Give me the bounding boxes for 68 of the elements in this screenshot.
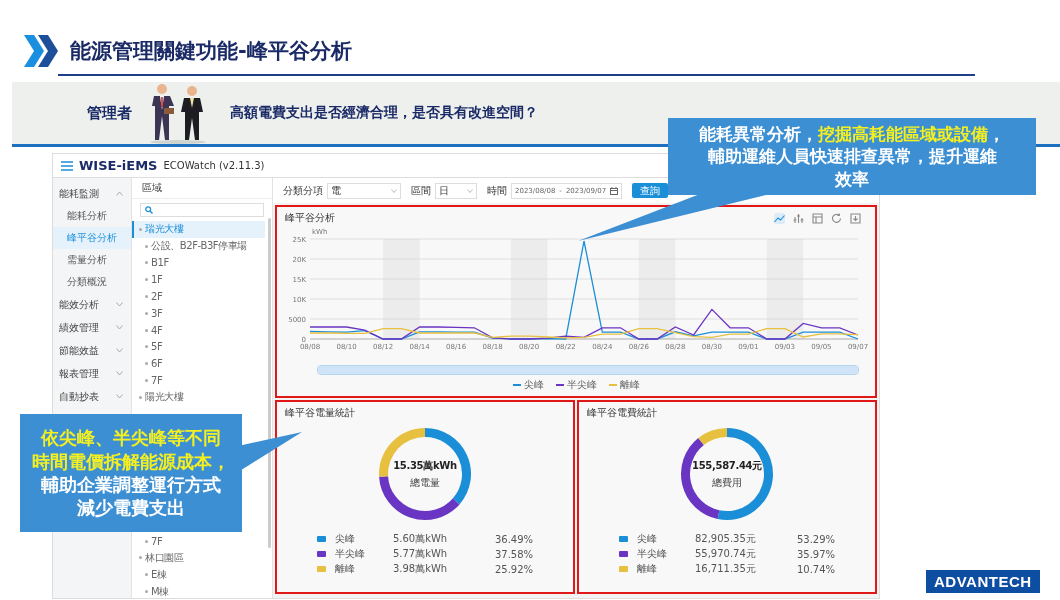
sidebar-item[interactable]: 能耗監測 <box>53 182 131 205</box>
panel-heading: 區域 <box>132 178 272 199</box>
tree-item[interactable]: 4F <box>132 321 265 339</box>
legend-item[interactable]: 尖峰 <box>512 378 544 392</box>
dropdown[interactable]: 日 <box>435 182 477 199</box>
panel-title: 峰平谷電費統計 <box>587 406 657 420</box>
legend-amount: 55,970.74元 <box>694 547 757 561</box>
tree-item[interactable]: B1F <box>132 254 265 272</box>
legend-label: 離峰 <box>636 562 658 576</box>
dropdown[interactable]: 電 <box>327 182 401 199</box>
tree-item[interactable]: 林口園區 <box>132 549 265 567</box>
legend-amount: 5.77萬kWh <box>392 547 449 561</box>
panel-title: 峰平谷電量統計 <box>285 406 355 420</box>
sidebar-item[interactable]: 節能效益 <box>53 339 131 362</box>
sidebar-item[interactable]: 績效管理 <box>53 316 131 339</box>
filter-label: 時間 <box>487 183 507 198</box>
total-value: 155,587.44元 <box>692 458 762 473</box>
legend-share: 36.49% <box>494 533 534 545</box>
total-label: 總費用 <box>712 475 742 490</box>
tree-item[interactable]: 7F <box>132 532 265 550</box>
sidebar-item[interactable]: 能效分析 <box>53 293 131 316</box>
company-logo: ADVANTECH <box>926 570 1040 593</box>
legend-amount: 5.60萬kWh <box>392 532 449 546</box>
legend-amount: 3.98萬kWh <box>392 562 449 576</box>
legend-share: 25.92% <box>494 563 534 575</box>
sidebar-item[interactable]: 報表管理 <box>53 362 131 385</box>
filter-label: 區間 <box>411 183 431 198</box>
legend-share: 37.58% <box>494 548 534 560</box>
sidebar-subitem[interactable]: 分類概況 <box>53 271 131 293</box>
tree-item[interactable]: 5F <box>132 338 265 356</box>
callout-text: 依尖峰、半尖峰等不同 時間電價拆解能源成本， 輔助企業調整運行方式 減少電費支出 <box>32 426 230 520</box>
legend-label: 半尖峰 <box>334 547 366 561</box>
tree-item[interactable]: 1F <box>132 271 265 289</box>
legend-amount: 82,905.35元 <box>694 532 757 546</box>
filter-label: 分類分項 <box>283 183 323 198</box>
tree-item[interactable]: 2F <box>132 288 265 305</box>
tree-item[interactable]: 公設、B2F-B3F停車場 <box>132 237 265 255</box>
sidebar-subitem[interactable]: 峰平谷分析 <box>53 227 131 249</box>
legend-label: 尖峰 <box>334 532 356 546</box>
role-label: 管理者 <box>87 103 132 123</box>
tree-item[interactable]: E棟 <box>132 566 265 584</box>
legend-share: 35.97% <box>796 548 836 560</box>
tree-item[interactable]: 7F <box>132 372 265 389</box>
tree-item[interactable]: 陽光大樓 <box>132 388 265 406</box>
legend-amount: 16,711.35元 <box>694 562 757 576</box>
app-brand: WISE-iEMS <box>79 158 158 173</box>
total-label: 總電量 <box>410 475 440 490</box>
slide-title: 能源管理關鍵功能-峰平谷分析 <box>70 38 352 65</box>
legend-label: 離峰 <box>334 562 356 576</box>
tree-item[interactable]: 6F <box>132 355 265 373</box>
sidebar-item[interactable]: 自動抄表 <box>53 385 131 408</box>
legend-item[interactable]: 離峰 <box>608 378 640 392</box>
sidebar-subitem[interactable]: 能耗分析 <box>53 205 131 227</box>
legend-label: 尖峰 <box>636 532 658 546</box>
callout-text: 能耗異常分析，挖掘高耗能區域或設備， 輔助運維人員快速排查異常，提升運維 效率 <box>699 123 1005 190</box>
app-version: ECOWatch (v2.11.3) <box>163 160 265 171</box>
tree-item[interactable]: M棟 <box>132 583 265 598</box>
total-value: 15.35萬kWh <box>393 458 457 473</box>
legend-share: 53.29% <box>796 533 836 545</box>
tree-item[interactable]: 3F <box>132 305 265 322</box>
question-text: 高額電費支出是否經濟合理，是否具有改進空間？ <box>230 104 538 122</box>
query-button[interactable]: 查詢 <box>632 183 669 198</box>
tree-item[interactable]: 瑞光大樓 <box>132 221 265 238</box>
legend-share: 10.74% <box>796 563 836 575</box>
legend-label: 半尖峰 <box>636 547 668 561</box>
panel-title: 峰平谷分析 <box>285 211 335 225</box>
legend-item[interactable]: 半尖峰 <box>555 378 597 392</box>
sidebar-subitem[interactable]: 需量分析 <box>53 249 131 271</box>
